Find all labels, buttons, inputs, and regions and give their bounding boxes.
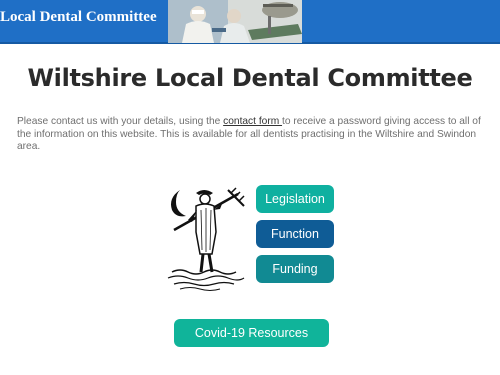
page-title: Wiltshire Local Dental Committee	[27, 64, 473, 92]
moonraker-emblem-icon	[166, 184, 246, 292]
page: Local Dental Committee Wiltshire Local D…	[0, 0, 500, 375]
funding-button[interactable]: Funding	[256, 255, 334, 283]
intro-paragraph: Please contact us with your details, usi…	[17, 116, 485, 154]
covid-19-resources-button[interactable]: Covid-19 Resources	[174, 319, 329, 347]
dentists-at-work-photo	[168, 0, 302, 43]
function-button[interactable]: Function	[256, 220, 334, 248]
contact-form-link[interactable]: contact form	[223, 116, 282, 127]
intro-text-before: Please contact us with your details, usi…	[17, 116, 224, 127]
site-title[interactable]: Local Dental Committee	[0, 9, 165, 26]
legislation-button[interactable]: Legislation	[256, 185, 334, 213]
